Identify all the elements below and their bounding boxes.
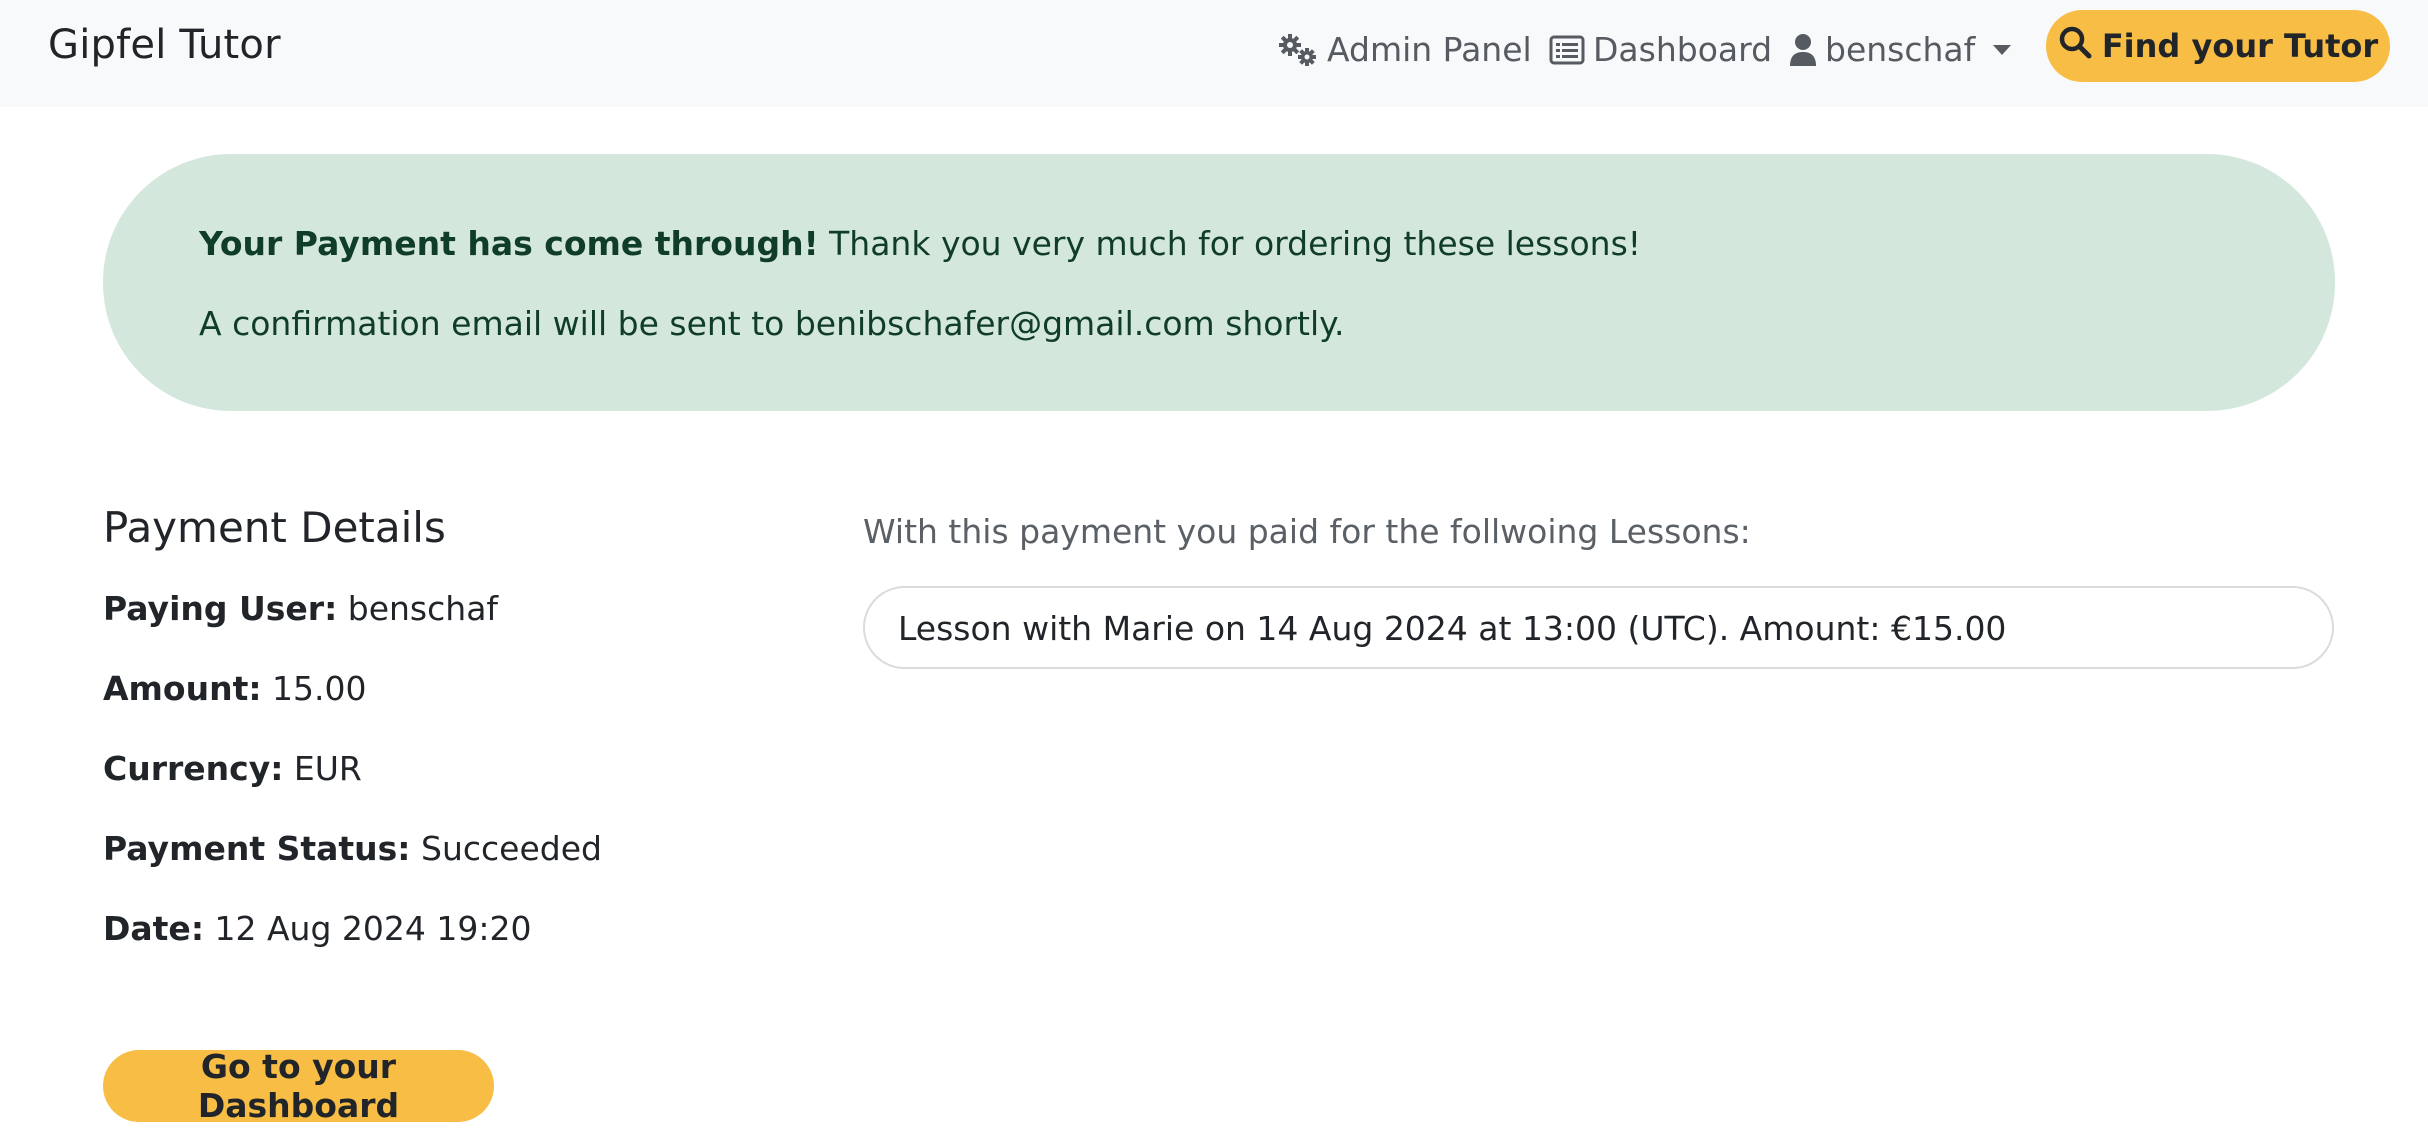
detail-paying-user: Paying User: benschaf	[103, 589, 498, 628]
user-icon	[1789, 33, 1817, 67]
detail-date: Date: 12 Aug 2024 19:20	[103, 909, 532, 948]
alert-rest-text: Thank you very much for ordering these l…	[818, 224, 1641, 263]
search-icon	[2058, 25, 2092, 67]
detail-value: benschaf	[337, 589, 499, 628]
nav-admin-label: Admin Panel	[1327, 30, 1532, 69]
detail-currency: Currency: EUR	[103, 749, 362, 788]
navbar: Gipfel Tutor Admin Panel Dashboard bensc…	[0, 0, 2428, 107]
detail-amount: Amount: 15.00	[103, 669, 367, 708]
detail-value: EUR	[283, 749, 362, 788]
nav-dashboard-label: Dashboard	[1593, 30, 1773, 69]
detail-label: Currency:	[103, 749, 284, 788]
alert-bold-text: Your Payment has come through!	[199, 224, 819, 263]
payment-success-alert: Your Payment has come through! Thank you…	[103, 154, 2335, 411]
find-your-tutor-button[interactable]: Find your Tutor	[2046, 10, 2390, 82]
nav-user-dropdown[interactable]: benschaf	[1789, 30, 2012, 69]
brand-logo[interactable]: Gipfel Tutor	[48, 22, 281, 68]
nav-user-label: benschaf	[1825, 30, 1976, 69]
find-your-tutor-label: Find your Tutor	[2101, 27, 2379, 65]
alert-email-line: A confirmation email will be sent to ben…	[199, 304, 1345, 343]
lessons-intro-text: With this payment you paid for the follw…	[863, 512, 1751, 551]
detail-label: Paying User:	[103, 589, 338, 628]
go-to-dashboard-button[interactable]: Go to your Dashboard	[103, 1047, 494, 1125]
nav-admin-panel[interactable]: Admin Panel	[1277, 30, 1532, 69]
detail-value: 15.00	[261, 669, 367, 708]
detail-label: Amount:	[103, 669, 262, 708]
detail-label: Date:	[103, 909, 205, 948]
gears-icon	[1277, 33, 1319, 67]
lesson-list-item: Lesson with Marie on 14 Aug 2024 at 13:0…	[863, 586, 2334, 669]
nav-dashboard[interactable]: Dashboard	[1549, 30, 1772, 69]
payment-details-title: Payment Details	[103, 503, 446, 552]
list-alt-icon	[1549, 35, 1585, 65]
lesson-item-text: Lesson with Marie on 14 Aug 2024 at 13:0…	[898, 609, 2007, 648]
alert-message: Your Payment has come through! Thank you…	[199, 224, 1641, 263]
detail-label: Payment Status:	[103, 829, 411, 868]
detail-value: Succeeded	[410, 829, 602, 868]
detail-payment-status: Payment Status: Succeeded	[103, 829, 602, 868]
caret-down-icon	[1993, 44, 2012, 55]
detail-value: 12 Aug 2024 19:20	[204, 909, 532, 948]
